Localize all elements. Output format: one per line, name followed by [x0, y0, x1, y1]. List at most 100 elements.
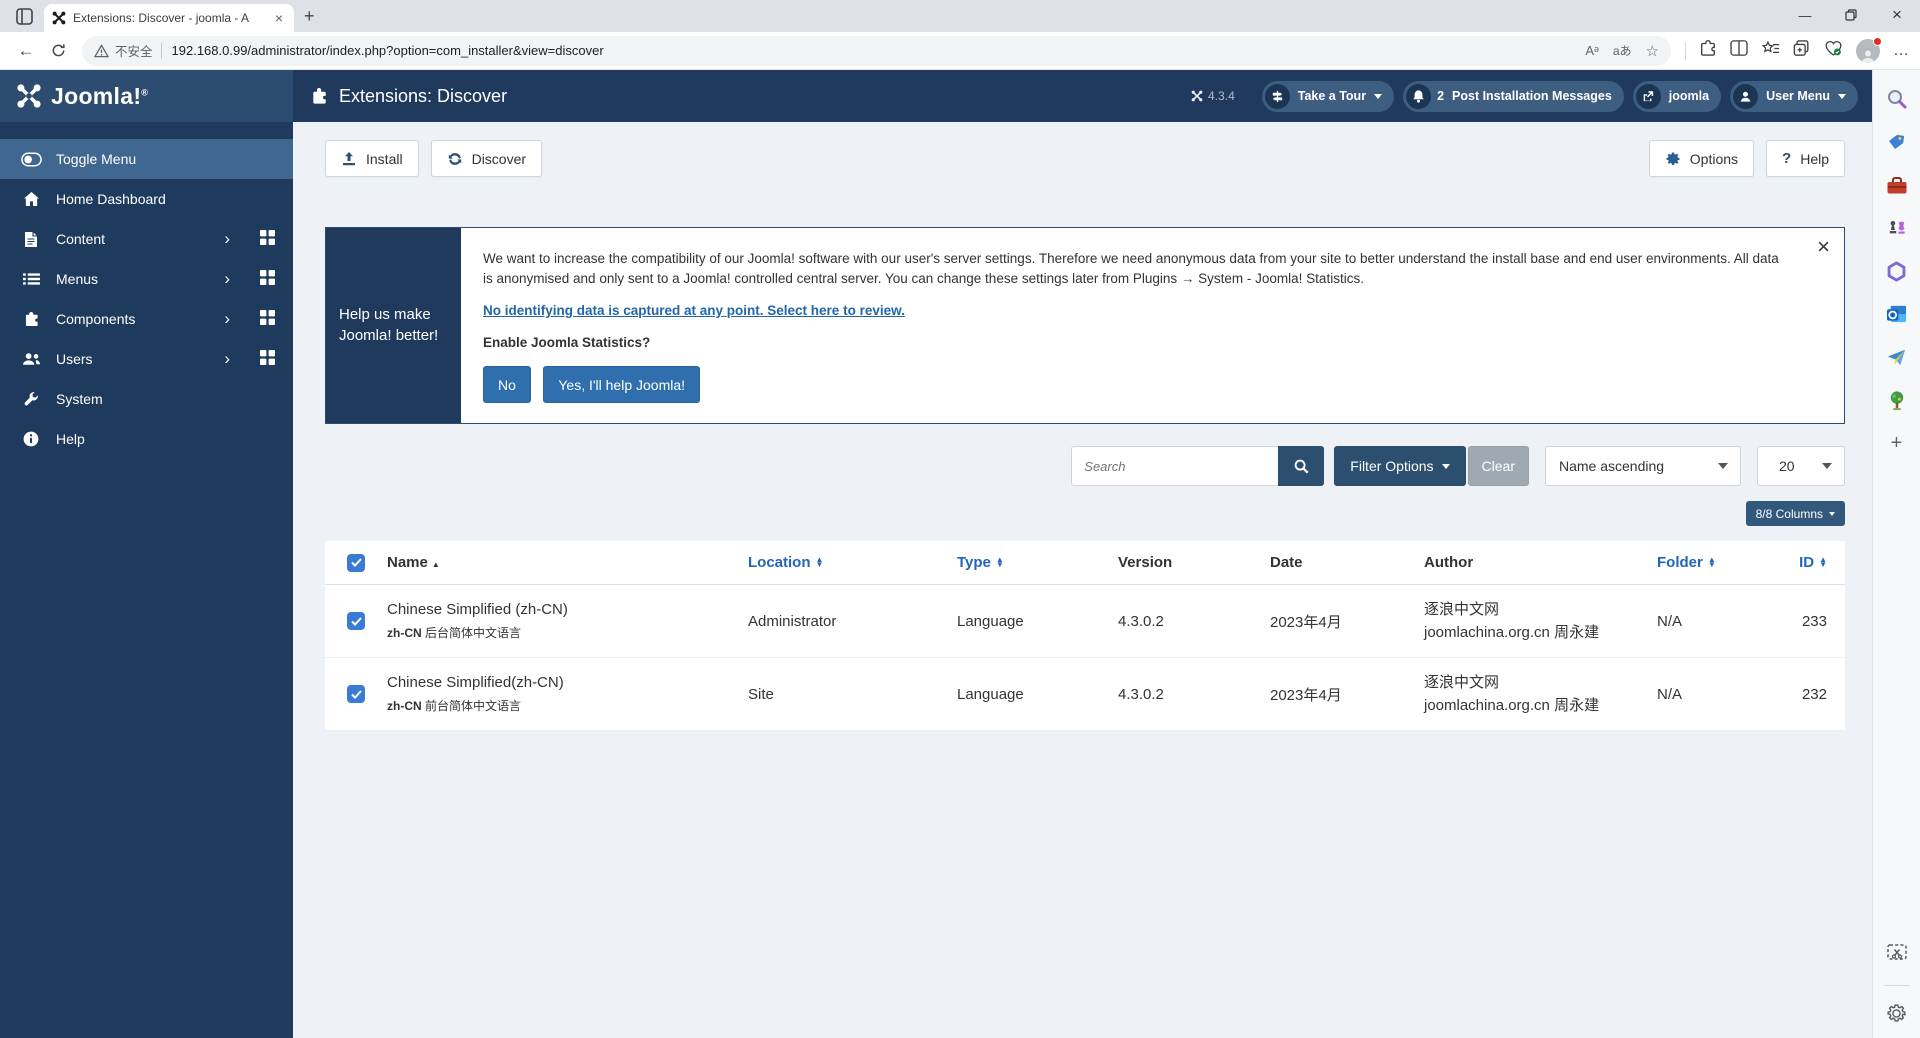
stats-no-button[interactable]: No — [483, 366, 531, 403]
extensions-icon[interactable] — [1699, 39, 1717, 62]
sidebar-item-system[interactable]: System — [0, 379, 293, 419]
url-text[interactable]: 192.168.0.99/administrator/index.php?opt… — [172, 43, 1586, 58]
sidebar-item-home-dashboard[interactable]: Home Dashboard — [0, 179, 293, 219]
add-icon[interactable]: + — [1884, 430, 1910, 456]
column-header-id[interactable]: ID▲▼ — [1797, 554, 1845, 571]
options-button[interactable]: Options — [1649, 140, 1754, 177]
chevron-right-icon: › — [224, 309, 230, 329]
help-button[interactable]: ? Help — [1766, 140, 1845, 177]
refresh-icon[interactable] — [42, 36, 74, 66]
column-header-name[interactable]: Name▲ — [387, 554, 748, 571]
sidebar-item-help[interactable]: Help — [0, 419, 293, 459]
profile-avatar[interactable] — [1856, 39, 1880, 63]
split-screen-icon[interactable] — [1730, 40, 1748, 61]
admin-header: Joomla!® Extensions: Discover 4.3.4 Take… — [0, 70, 1872, 122]
column-header-type[interactable]: Type▲▼ — [957, 554, 1118, 571]
shopping-icon[interactable] — [1884, 129, 1910, 155]
select-all-checkbox[interactable] — [347, 554, 365, 572]
columns-toggle-button[interactable]: 8/8 Columns — [1746, 501, 1845, 526]
joomla-logo-icon — [16, 83, 42, 109]
stats-panel-side-label: Help us make Joomla! better! — [326, 228, 461, 423]
menus-dashboard-grid-icon[interactable] — [260, 270, 275, 288]
toolbox-icon[interactable] — [1884, 172, 1910, 198]
sidebar-item-users[interactable]: Users › — [0, 339, 293, 379]
chevron-right-icon: › — [224, 349, 230, 369]
stats-yes-button[interactable]: Yes, I'll help Joomla! — [543, 366, 700, 403]
info-icon — [20, 431, 42, 447]
restore-button[interactable] — [1828, 0, 1874, 30]
cell-location: Administrator — [748, 613, 957, 630]
view-site-button[interactable]: joomla — [1633, 81, 1721, 112]
joomla-version: 4.3.4 — [1191, 89, 1235, 103]
games-icon[interactable] — [1884, 215, 1910, 241]
search-icon[interactable] — [1884, 86, 1910, 112]
sidebar-item-toggle-menu[interactable]: Toggle Menu — [0, 139, 293, 179]
collections-icon[interactable] — [1793, 40, 1811, 62]
profile-alert-dot — [1873, 37, 1882, 46]
joomla-logo[interactable]: Joomla!® — [0, 70, 293, 122]
page-title: Extensions: Discover — [310, 86, 1191, 107]
column-header-folder[interactable]: Folder▲▼ — [1657, 554, 1797, 571]
translate-icon[interactable]: aあ — [1613, 42, 1632, 59]
cell-author: 逐浪中文网joomlachina.org.cn 周永建 — [1424, 671, 1657, 718]
favorites-star-icon[interactable]: ☆ — [1646, 42, 1659, 60]
filter-options-button[interactable]: Filter Options — [1334, 446, 1465, 486]
address-bar[interactable]: 不安全 192.168.0.99/administrator/index.php… — [82, 36, 1671, 66]
sidebar-item-menus[interactable]: Menus › — [0, 259, 293, 299]
favorites-hub-icon[interactable] — [1761, 40, 1780, 62]
upload-icon — [341, 151, 357, 167]
column-header-location[interactable]: Location▲▼ — [748, 554, 957, 571]
discover-button[interactable]: Discover — [431, 140, 542, 177]
post-installation-messages-button[interactable]: 2 Post Installation Messages — [1403, 81, 1624, 112]
browser-essentials-icon[interactable] — [1824, 40, 1843, 62]
tab-title: Extensions: Discover - joomla - A — [73, 11, 265, 25]
column-header-author: Author — [1424, 554, 1657, 571]
new-tab-button[interactable]: + — [304, 6, 315, 27]
user-icon — [1733, 84, 1758, 109]
extension-subtitle: zh-CN 后台简体中文语言 — [387, 624, 748, 641]
take-a-tour-button[interactable]: Take a Tour — [1262, 81, 1394, 112]
tree-icon[interactable] — [1884, 387, 1910, 413]
search-button[interactable] — [1278, 446, 1324, 486]
sort-both-icon: ▲▼ — [1708, 558, 1716, 568]
close-window-button[interactable]: × — [1874, 0, 1920, 30]
security-label[interactable]: 不安全 — [115, 41, 153, 60]
m365-icon[interactable] — [1884, 258, 1910, 284]
search-input[interactable] — [1071, 446, 1278, 486]
row-checkbox[interactable] — [347, 685, 365, 703]
stats-message: We want to increase the compatibility of… — [483, 249, 1784, 288]
read-aloud-icon[interactable]: Aᵊ — [1585, 43, 1599, 58]
back-icon[interactable]: ← — [10, 36, 42, 66]
settings-menu-icon[interactable]: … — [1893, 42, 1910, 60]
sort-asc-icon: ▲ — [432, 560, 440, 569]
tab-close-icon[interactable]: × — [272, 10, 286, 26]
sidebar-item-content[interactable]: Content › — [0, 219, 293, 259]
document-icon — [20, 231, 42, 248]
tab-actions-icon[interactable] — [10, 3, 38, 29]
clear-button[interactable]: Clear — [1468, 446, 1529, 486]
users-dashboard-grid-icon[interactable] — [260, 350, 275, 368]
install-button[interactable]: Install — [325, 140, 419, 177]
cell-version: 4.3.0.2 — [1118, 613, 1270, 630]
cell-id: 232 — [1797, 686, 1845, 703]
row-checkbox[interactable] — [347, 612, 365, 630]
stats-review-link[interactable]: No identifying data is captured at any p… — [483, 303, 905, 318]
drop-icon[interactable] — [1884, 344, 1910, 370]
table-row: Chinese Simplified(zh-CN) zh-CN 前台简体中文语言… — [325, 658, 1845, 731]
user-menu-button[interactable]: User Menu — [1730, 81, 1858, 112]
minimize-button[interactable]: — — [1782, 0, 1828, 30]
sort-select[interactable]: Name ascending — [1545, 446, 1741, 486]
toolbar-divider — [1685, 42, 1686, 60]
outlook-icon[interactable] — [1884, 301, 1910, 327]
close-icon[interactable]: × — [1817, 236, 1830, 258]
page-size-select[interactable]: 20 — [1757, 446, 1845, 486]
screenshot-icon[interactable] — [1884, 940, 1910, 966]
components-dashboard-grid-icon[interactable] — [260, 310, 275, 328]
external-link-icon — [1636, 84, 1661, 109]
settings-icon[interactable] — [1884, 1000, 1910, 1026]
chevron-down-icon — [1718, 463, 1728, 469]
sidebar-item-components[interactable]: Components › — [0, 299, 293, 339]
home-icon — [20, 191, 42, 207]
browser-tab[interactable]: Extensions: Discover - joomla - A × — [44, 4, 294, 32]
content-dashboard-grid-icon[interactable] — [260, 230, 275, 248]
